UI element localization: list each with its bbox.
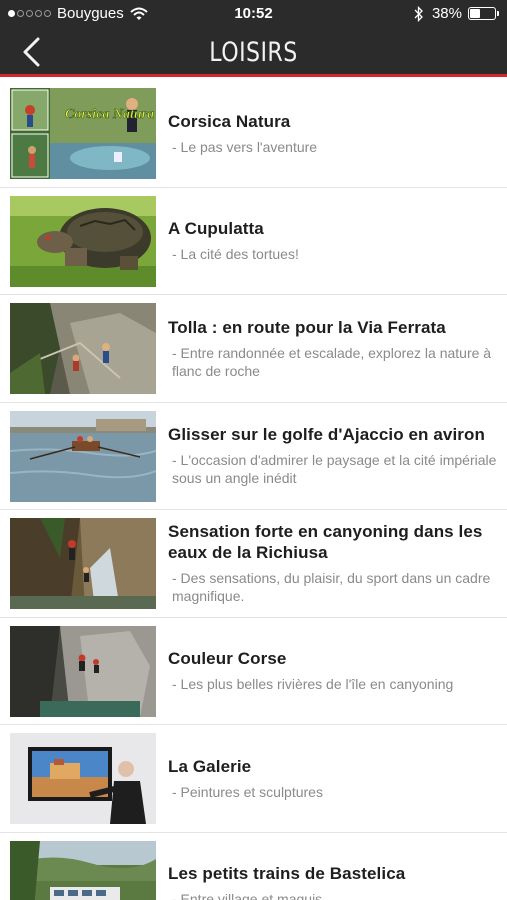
- list-item[interactable]: Glisser sur le golfe d'Ajaccio en aviron…: [0, 403, 507, 510]
- list-item[interactable]: La Galerie - Peintures et sculptures: [0, 725, 507, 833]
- activity-list: Corsica Natura Corsica Natura - Le pas v…: [0, 80, 507, 900]
- status-right: 38%: [414, 5, 499, 22]
- item-title: A Cupulatta: [168, 219, 264, 239]
- item-subtitle: - Entre randonnée et escalade, explorez …: [172, 344, 492, 379]
- list-item[interactable]: Les petits trains de Bastelica - Entre v…: [0, 833, 507, 900]
- thumbnail-logo-text: Corsica Natura: [65, 107, 154, 122]
- thumbnail-image: [10, 840, 156, 900]
- item-subtitle: - Entre village et maquis: [172, 891, 323, 900]
- item-subtitle: - Les plus belles rivières de l'île en c…: [172, 676, 454, 693]
- item-subtitle: - L'occasion d'admirer le paysage et la …: [172, 452, 497, 487]
- thumbnail-image: Corsica Natura: [10, 88, 156, 179]
- page-title: LOISIRS: [209, 37, 298, 68]
- item-title: Sensation forte en canyoning dans les ea…: [168, 522, 483, 563]
- thumbnail-image: [10, 625, 156, 717]
- thumbnail-image: [10, 195, 156, 287]
- battery-percent: 38%: [431, 5, 462, 22]
- battery-icon: [468, 7, 496, 20]
- navigation-bar: LOISIRS: [0, 28, 507, 77]
- list-item[interactable]: A Cupulatta - La cité des tortues!: [0, 188, 507, 295]
- item-subtitle: - La cité des tortues!: [172, 246, 299, 263]
- list-item[interactable]: Sensation forte en canyoning dans les ea…: [0, 510, 507, 618]
- bluetooth-icon: [414, 5, 423, 22]
- thumbnail-image: [10, 410, 156, 502]
- list-item[interactable]: Couleur Corse - Les plus belles rivières…: [0, 618, 507, 725]
- item-title: Les petits trains de Bastelica: [168, 864, 406, 884]
- item-subtitle: - Peintures et sculptures: [172, 783, 323, 800]
- item-subtitle: - Des sensations, du plaisir, du sport d…: [172, 570, 491, 605]
- item-title: La Galerie: [168, 756, 252, 776]
- item-subtitle: - Le pas vers l'aventure: [172, 138, 318, 155]
- item-title: Glisser sur le golfe d'Ajaccio en aviron: [168, 425, 485, 445]
- thumbnail-image: [10, 518, 156, 609]
- item-title: Couleur Corse: [168, 649, 287, 669]
- status-bar: Bouygues 10:52 38%: [0, 0, 507, 28]
- thumbnail-image: [10, 733, 156, 824]
- list-item[interactable]: Tolla : en route pour la Via Ferrata - E…: [0, 295, 507, 403]
- thumbnail-image: [10, 303, 156, 394]
- item-title: Corsica Natura: [168, 111, 291, 131]
- battery-nub: [497, 11, 499, 16]
- item-title: Tolla : en route pour la Via Ferrata: [168, 317, 446, 337]
- list-item[interactable]: Corsica Natura Corsica Natura - Le pas v…: [0, 80, 507, 188]
